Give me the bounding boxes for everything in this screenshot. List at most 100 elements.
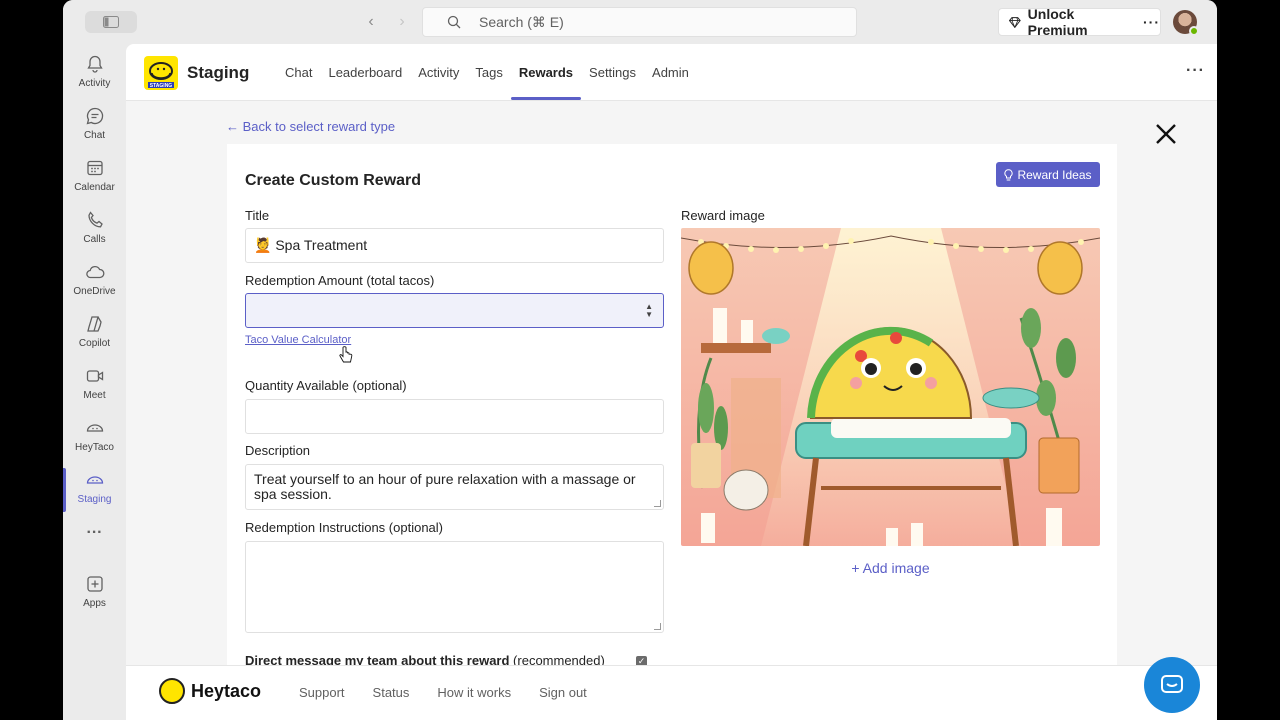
rail-label: Activity [78, 78, 111, 89]
instructions-textarea[interactable] [245, 541, 664, 633]
more-icon: ··· [86, 524, 103, 541]
rail-item-calendar[interactable]: Calendar [63, 154, 126, 204]
logo-badge-text: STAGING [150, 83, 173, 89]
rail-item-copilot[interactable]: Copilot [63, 310, 126, 360]
search-icon [447, 15, 461, 29]
amount-label: Redemption Amount (total tacos) [245, 273, 435, 288]
title-label: Title [245, 208, 270, 223]
tab-settings[interactable]: Settings [581, 44, 644, 101]
copilot-icon [86, 316, 102, 332]
rail-label: Apps [83, 598, 106, 609]
footer: Heytaco Support Status How it works Sign… [126, 665, 1217, 720]
heytaco-logo-icon [159, 678, 185, 704]
unlock-premium-button[interactable]: Unlock Premium ··· [998, 6, 1161, 38]
taco-logo-icon: STAGING [148, 62, 174, 89]
tab-tags[interactable]: Tags [467, 44, 510, 101]
rail-label: Calls [83, 234, 106, 245]
description-label: Description [245, 443, 311, 458]
rail-item-meet[interactable]: Meet [63, 362, 126, 412]
rail-label: Staging [77, 494, 112, 505]
redemption-amount-input[interactable]: ▲ ▼ [245, 293, 664, 328]
tab-leaderboard[interactable]: Leaderboard [320, 44, 410, 101]
add-image-button[interactable]: + Add image [681, 560, 1100, 576]
footer-link-how-it-works[interactable]: How it works [437, 685, 511, 700]
reward-ideas-label: Reward Ideas [1017, 167, 1092, 182]
footer-link-support[interactable]: Support [299, 685, 345, 700]
tab-chat[interactable]: Chat [277, 44, 320, 101]
rail-item-staging[interactable]: Staging [63, 466, 126, 516]
teams-window: ‹ › Search (⌘ E) Unlock Premium ··· Acti… [63, 0, 1217, 720]
tab-bar: Chat Leaderboard Activity Tags Rewards S… [277, 44, 697, 101]
sidebar-icon [103, 16, 119, 28]
title-input[interactable]: 💆 Spa Treatment [245, 228, 664, 263]
presence-badge [1189, 26, 1199, 36]
cloud-icon [85, 265, 104, 279]
resize-handle-icon[interactable] [654, 500, 661, 507]
footer-link-sign-out[interactable]: Sign out [539, 685, 587, 700]
search-input[interactable]: Search (⌘ E) [422, 7, 857, 37]
diamond-icon [1009, 16, 1021, 28]
rail-item-heytaco[interactable]: HeyTaco [63, 414, 126, 464]
card-title: Create Custom Reward [245, 172, 422, 189]
app-rail: Activity Chat Calendar Calls OneDrive Co… [63, 44, 126, 720]
lightbulb-icon [1004, 168, 1014, 180]
create-reward-card: Create Custom Reward Reward Ideas Title … [227, 144, 1117, 674]
taco-value-calculator-link[interactable]: Taco Value Calculator [245, 334, 351, 346]
rail-item-onedrive[interactable]: OneDrive [63, 258, 126, 308]
reward-image-label: Reward image [681, 208, 765, 223]
footer-link-status[interactable]: Status [373, 685, 410, 700]
resize-handle-icon[interactable] [654, 623, 661, 630]
rail-more-button[interactable]: ··· [63, 522, 126, 552]
tab-activity[interactable]: Activity [410, 44, 467, 101]
forward-arrow-icon[interactable]: › [392, 12, 412, 32]
phone-icon [87, 211, 103, 228]
footer-brand: Heytaco [191, 681, 262, 701]
premium-more-icon[interactable]: ··· [1143, 14, 1160, 30]
reward-image [681, 228, 1100, 546]
quantity-label: Quantity Available (optional) [245, 378, 407, 393]
rail-label: Meet [83, 390, 106, 401]
rail-label: OneDrive [73, 286, 116, 297]
reward-ideas-button[interactable]: Reward Ideas [996, 162, 1100, 187]
app-title: Staging [187, 63, 250, 82]
description-value: Treat yourself to an hour of pure relaxa… [254, 471, 636, 502]
avatar[interactable] [1173, 10, 1199, 36]
back-to-reward-type-link[interactable]: ← Back to select reward type [226, 119, 395, 134]
main-content: STAGING Staging Chat Leaderboard Activit… [126, 44, 1217, 720]
rail-item-activity[interactable]: Activity [63, 50, 126, 100]
tab-admin[interactable]: Admin [644, 44, 697, 101]
app-header: STAGING Staging Chat Leaderboard Activit… [126, 44, 1217, 101]
rail-label: Calendar [74, 182, 115, 193]
rail-item-chat[interactable]: Chat [63, 102, 126, 152]
rail-item-calls[interactable]: Calls [63, 206, 126, 256]
title-bar: ‹ › Search (⌘ E) Unlock Premium ··· [63, 0, 1217, 44]
taco-icon [86, 476, 103, 484]
app-logo: STAGING [144, 56, 178, 90]
rail-label: Copilot [78, 338, 111, 349]
quantity-input[interactable] [245, 399, 664, 434]
sidebar-toggle-button[interactable] [85, 11, 137, 33]
calendar-icon [86, 160, 103, 176]
bell-icon [86, 55, 103, 73]
taco-icon [86, 424, 103, 432]
back-arrow-icon[interactable]: ‹ [361, 12, 381, 32]
rail-label: Chat [83, 130, 106, 141]
help-chat-button[interactable] [1144, 657, 1200, 713]
chat-icon [86, 107, 103, 125]
instructions-label: Redemption Instructions (optional) [245, 520, 443, 535]
number-stepper-icon[interactable]: ▲ ▼ [645, 303, 653, 319]
more-options-icon[interactable]: ··· [1186, 62, 1205, 80]
close-icon[interactable] [1154, 122, 1178, 146]
rail-item-apps[interactable]: Apps [63, 570, 126, 620]
hand-cursor-icon [339, 346, 353, 363]
premium-label: Unlock Premium [1027, 6, 1088, 38]
tab-rewards[interactable]: Rewards [510, 44, 582, 101]
footer-links: Support Status How it works Sign out [299, 685, 615, 700]
description-textarea[interactable]: Treat yourself to an hour of pure relaxa… [245, 464, 664, 510]
rail-label: HeyTaco [75, 442, 114, 453]
search-placeholder: Search (⌘ E) [479, 13, 564, 30]
apps-icon [86, 576, 103, 592]
spa-taco-illustration [681, 228, 1100, 546]
chat-bubble-icon [1161, 675, 1183, 693]
video-icon [86, 370, 103, 382]
